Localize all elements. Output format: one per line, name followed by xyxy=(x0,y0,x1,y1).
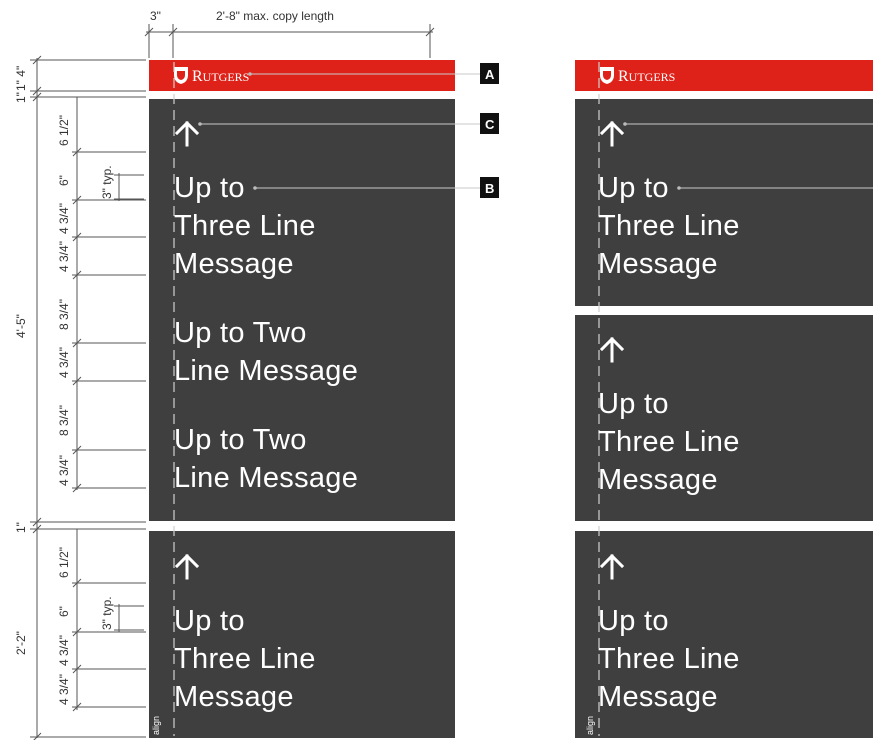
message-line: Message xyxy=(598,464,718,496)
message-line: Message xyxy=(174,681,294,713)
s1-part-5: 8 3/4" xyxy=(57,299,71,330)
message-line: Up to xyxy=(598,388,669,420)
margin-dimension-label: 3" xyxy=(150,9,161,23)
s1-part-4: 4 3/4" xyxy=(57,241,71,272)
s1-part-2: 6" xyxy=(57,175,71,186)
callout-a: A xyxy=(480,63,499,84)
message-line: Message xyxy=(598,248,718,280)
s1-part-8: 4 3/4" xyxy=(57,455,71,486)
s1-typ-label: 3" typ. xyxy=(100,165,114,199)
message-line: Message xyxy=(598,681,718,713)
s1-part-3: 4 3/4" xyxy=(57,203,71,234)
align-label: align xyxy=(151,716,161,735)
message-line: Line Message xyxy=(174,462,358,494)
s2-typ-label: 3" typ. xyxy=(100,596,114,630)
message-line: Up to Two xyxy=(174,424,307,456)
header-height-label: 1" 4" xyxy=(14,66,28,91)
message-line: Three Line xyxy=(174,643,316,675)
s1-part-6: 4 3/4" xyxy=(57,347,71,378)
svg-text:A: A xyxy=(485,67,495,82)
callout-b: B xyxy=(480,177,499,198)
left-dimensions: 1" 4" 1" 4'-5" 1" 2'-2" 6 1/2" 6" 4 3/4"… xyxy=(14,55,146,740)
message-line: Message xyxy=(174,248,294,280)
top-dimensions: 3" 2'-8" max. copy length xyxy=(144,9,435,58)
align-label: align xyxy=(585,716,595,735)
message-line: Three Line xyxy=(598,426,740,458)
message-line: Up to xyxy=(598,605,669,637)
message-line: Three Line xyxy=(174,210,316,242)
s2-part-3: 4 3/4" xyxy=(57,635,71,666)
message-line: Up to Two xyxy=(174,317,307,349)
main-panel xyxy=(149,99,455,521)
message-line: Line Message xyxy=(174,355,358,387)
message-line: Up to xyxy=(174,172,245,204)
sign-left: RUTGERS Up to Three Line Message Up to T… xyxy=(149,60,499,738)
gap2-label: 1" xyxy=(14,522,28,533)
message-line: Up to xyxy=(174,605,245,637)
callout-c: C xyxy=(480,113,499,134)
s2-part-1: 6 1/2" xyxy=(57,547,71,578)
section2-total-label: 2'-2" xyxy=(14,631,28,655)
brand-wordmark: RUTGERS xyxy=(192,68,249,85)
brand-wordmark: RUTGERS xyxy=(618,68,675,85)
message-line: Three Line xyxy=(598,210,740,242)
sign-right: RUTGERS Up to Three Line Message Up to T… xyxy=(575,60,873,738)
message-line: Three Line xyxy=(598,643,740,675)
copy-length-dimension-label: 2'-8" max. copy length xyxy=(216,9,334,23)
s2-part-2: 6" xyxy=(57,606,71,617)
sign-diagram: 3" 2'-8" max. copy length 1" 4" 1" 4'-5"… xyxy=(14,9,873,740)
gap1-label: 1" xyxy=(14,92,28,103)
svg-text:B: B xyxy=(485,181,494,196)
s1-part-7: 8 3/4" xyxy=(57,405,71,436)
s1-part-1: 6 1/2" xyxy=(57,115,71,146)
s2-part-4: 4 3/4" xyxy=(57,674,71,705)
svg-text:C: C xyxy=(485,117,495,132)
section1-total-label: 4'-5" xyxy=(14,314,28,338)
message-line: Up to xyxy=(598,172,669,204)
